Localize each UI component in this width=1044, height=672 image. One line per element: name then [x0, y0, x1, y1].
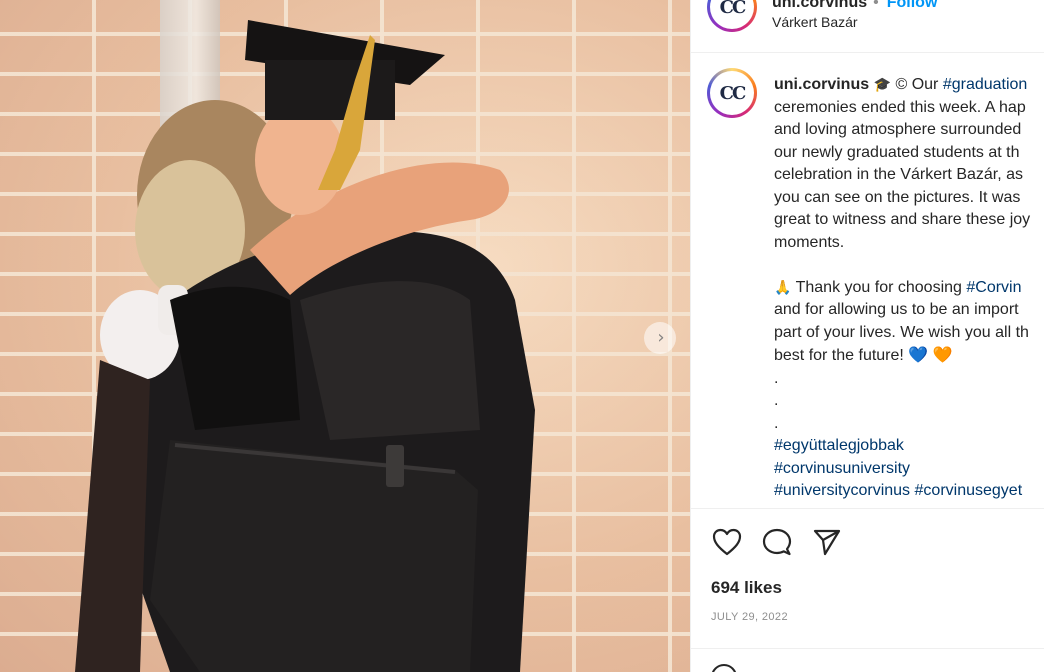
location-link[interactable]: Várkert Bazár — [772, 14, 858, 30]
caption-line: our newly graduated students at th — [774, 143, 1020, 161]
caption-line: 🙏 Thank you for choosing #Corvin — [774, 277, 1044, 300]
caption-avatar[interactable]: CC — [707, 68, 757, 118]
caption-text: best for the future! — [774, 347, 909, 364]
caption-line: celebration in the Várkert Bazár, as — [774, 166, 1024, 183]
divider — [691, 52, 1044, 53]
caption-line: and loving atmosphere surrounded — [774, 121, 1022, 138]
divider — [691, 648, 1044, 649]
hashtag-corvinusegyetem[interactable]: #corvinusegyet — [915, 482, 1023, 499]
comment-button[interactable] — [761, 526, 793, 558]
emoji-picker-icon[interactable] — [711, 664, 737, 672]
chevron-right-icon: › — [657, 327, 665, 348]
hashtag-corvinus[interactable]: #Corvin — [966, 279, 1021, 296]
graduation-hug-scene — [75, 20, 535, 672]
caption-line: ceremonies ended this week. A hap — [774, 98, 1026, 116]
hashtag-universitycorvinus[interactable]: #universitycorvinus — [774, 482, 910, 499]
caption-line: you can see on the pictures. It was — [774, 188, 1021, 206]
follow-button[interactable]: Follow — [887, 0, 938, 11]
share-button[interactable] — [811, 526, 843, 558]
caption-dot: . — [774, 369, 779, 387]
carousel-next-button[interactable]: › — [644, 322, 676, 354]
caption-text: © Our — [891, 76, 943, 93]
orange-heart-emoji: 🧡 — [932, 345, 953, 364]
caption-line: best for the future! 💙 🧡 — [774, 344, 1044, 368]
hashtag-corvinusuniversity[interactable]: #corvinusuniversity — [774, 458, 1044, 481]
graduation-cap-emoji: 🎓 — [873, 77, 892, 93]
caption-dot: . — [774, 414, 779, 432]
caption-line: moments. — [774, 233, 845, 251]
post-caption: uni.corvinus 🎓 © Our #graduation ceremon… — [774, 74, 1044, 503]
share-icon — [813, 529, 841, 556]
post-photo[interactable]: › — [0, 0, 690, 672]
post-date[interactable]: JULY 29, 2022 — [711, 611, 788, 623]
caption-line: part of your lives. We wish you all th — [774, 323, 1029, 341]
comment-icon — [762, 528, 792, 556]
caption-text: Thank you for choosing — [791, 278, 967, 296]
likes-count[interactable]: 694 likes — [711, 578, 782, 598]
caption-line: #universitycorvinus #corvinusegyet — [774, 480, 1044, 503]
caption-line: and for allowing us to be an import — [774, 301, 1019, 318]
header-avatar[interactable]: CC — [707, 0, 757, 32]
post-header-username: uni.corvinus • Follow — [772, 0, 937, 12]
praying-hands-emoji: 🙏 — [774, 279, 792, 296]
blue-heart-emoji: 💙 — [908, 345, 929, 364]
heart-icon — [712, 528, 742, 556]
avatar-logo: CC — [710, 0, 754, 29]
post-actions — [711, 526, 843, 558]
divider — [691, 508, 1044, 509]
like-button[interactable] — [711, 526, 743, 558]
hashtag-egyuttalegjobbak[interactable]: #együttalegjobbak — [774, 435, 1044, 458]
caption-username[interactable]: uni.corvinus — [774, 76, 869, 93]
caption-dot: . — [774, 392, 779, 409]
username-link[interactable]: uni.corvinus — [772, 0, 867, 11]
caption-line: uni.corvinus 🎓 © Our #graduation — [774, 74, 1044, 97]
post-side-panel: CC uni.corvinus • Follow Várkert Bazár CC … — [690, 0, 1044, 672]
hashtag-graduation[interactable]: #graduation — [943, 76, 1028, 93]
caption-line: great to witness and share these joy — [774, 211, 1031, 228]
avatar-logo: CC — [710, 71, 754, 115]
